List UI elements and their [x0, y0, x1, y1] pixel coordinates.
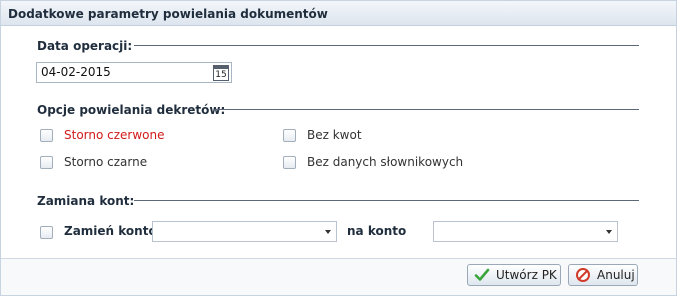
date-section-legend: Data operacji:	[37, 39, 133, 53]
create-pk-label: Utwórz PK	[496, 268, 557, 282]
bez-kwot-label: Bez kwot	[307, 128, 362, 142]
dialog: Dodatkowe parametry powielania dokumentó…	[0, 0, 677, 296]
bez-danych-label: Bez danych słownikowych	[307, 155, 464, 169]
na-konto-label: na konto	[347, 224, 407, 238]
date-section-rule	[134, 45, 639, 46]
cancel-label: Anuluj	[597, 268, 635, 282]
options-section-rule	[215, 109, 639, 110]
accounts-section-legend: Zamiana kont:	[37, 194, 135, 208]
chevron-down-icon	[606, 230, 612, 234]
storno-czerwone-label: Storno czerwone	[64, 128, 165, 142]
options-section-legend: Opcje powielania dekretów:	[37, 103, 226, 117]
storno-czarne-checkbox[interactable]	[40, 156, 53, 169]
calendar-icon: 15	[213, 64, 229, 81]
bez-kwot-checkbox[interactable]	[283, 129, 296, 142]
storno-czarne-label: Storno czarne	[64, 155, 148, 169]
cancel-button[interactable]: Anuluj	[568, 264, 638, 286]
to-account-select[interactable]	[433, 221, 618, 242]
calendar-button[interactable]: 15	[211, 63, 231, 82]
zamien-konto-checkbox[interactable]	[40, 226, 53, 239]
checkmark-icon	[474, 267, 490, 283]
dialog-title: Dodatkowe parametry powielania dokumentó…	[1, 1, 676, 26]
zamien-konto-label: Zamień konto	[64, 224, 157, 238]
bez-danych-checkbox[interactable]	[283, 156, 296, 169]
accounts-section-rule	[134, 200, 639, 201]
create-pk-button[interactable]: Utwórz PK	[467, 264, 561, 286]
storno-czerwone-checkbox[interactable]	[40, 129, 53, 142]
chevron-down-icon	[325, 230, 331, 234]
from-account-select[interactable]	[152, 221, 337, 242]
date-input[interactable]: 04-02-2015	[36, 62, 232, 83]
cancel-icon	[575, 267, 591, 283]
